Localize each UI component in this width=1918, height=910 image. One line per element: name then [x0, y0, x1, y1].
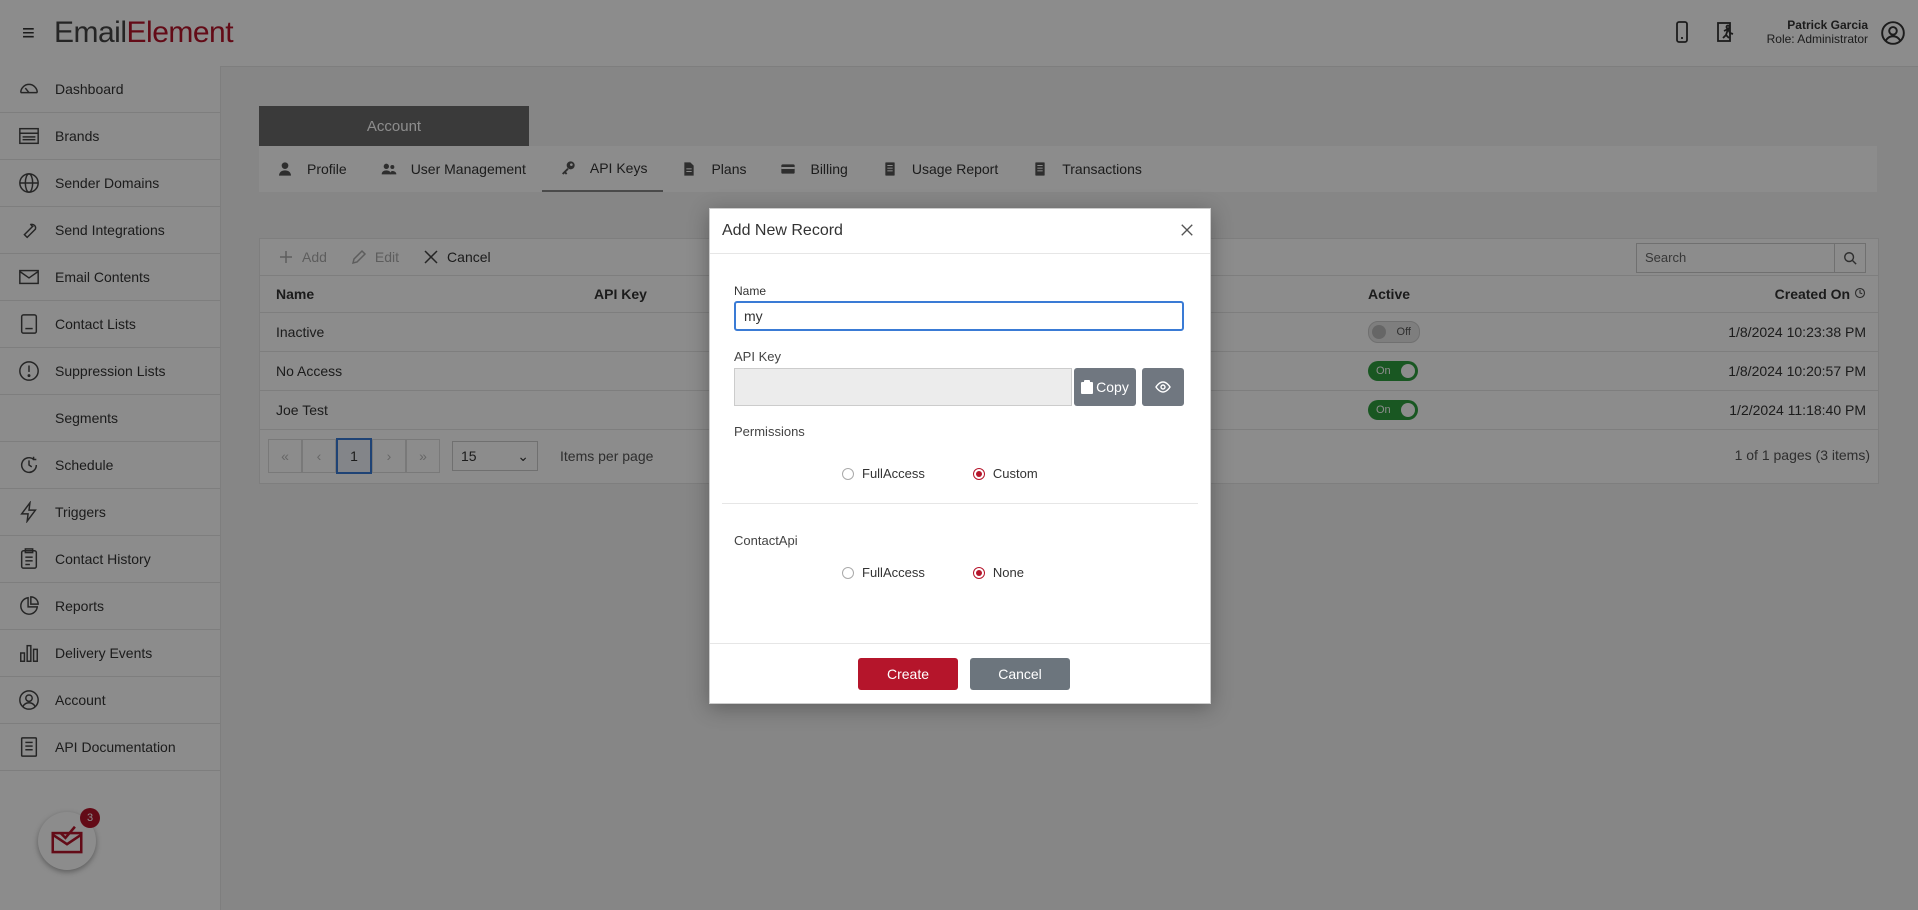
permissions-radio-group: FullAccess Custom [842, 466, 1086, 481]
divider [722, 503, 1198, 504]
copy-label: Copy [1096, 379, 1129, 395]
contactapi-none-option[interactable]: None [972, 565, 1024, 580]
radio-custom[interactable] [972, 467, 985, 480]
api-key-field[interactable] [734, 368, 1072, 406]
eye-icon [1155, 381, 1171, 393]
footer-divider [710, 643, 1210, 644]
close-icon[interactable] [1180, 223, 1194, 242]
create-button[interactable]: Create [858, 658, 958, 690]
dialog-header: Add New Record [710, 209, 1210, 254]
clipboard-icon [1081, 380, 1094, 394]
option-label: Custom [992, 466, 1038, 481]
radio-fullaccess[interactable] [842, 467, 854, 480]
show-key-button[interactable] [1142, 368, 1184, 406]
name-field[interactable]: my [734, 301, 1184, 331]
radio-fullaccess[interactable] [842, 566, 854, 579]
contactapi-fullaccess-option[interactable]: FullAccess [842, 565, 925, 580]
copy-button[interactable]: Copy [1074, 368, 1136, 406]
api-key-label: API Key [734, 349, 781, 364]
permissions-custom-option[interactable]: Custom [972, 466, 1038, 481]
cancel-button[interactable]: Cancel [970, 658, 1070, 690]
contactapi-label: ContactApi [734, 533, 798, 548]
option-label: FullAccess [862, 466, 925, 481]
option-label: FullAccess [862, 565, 925, 580]
radio-none[interactable] [972, 566, 985, 579]
dialog-title: Add New Record [722, 222, 843, 239]
contactapi-radio-group: FullAccess None [842, 565, 1072, 580]
permissions-label: Permissions [734, 424, 805, 439]
permissions-fullaccess-option[interactable]: FullAccess [842, 466, 925, 481]
name-label: Name [734, 284, 767, 298]
option-label: None [992, 565, 1024, 580]
add-record-dialog: Add New Record Name my API Key Copy Perm… [709, 208, 1211, 704]
